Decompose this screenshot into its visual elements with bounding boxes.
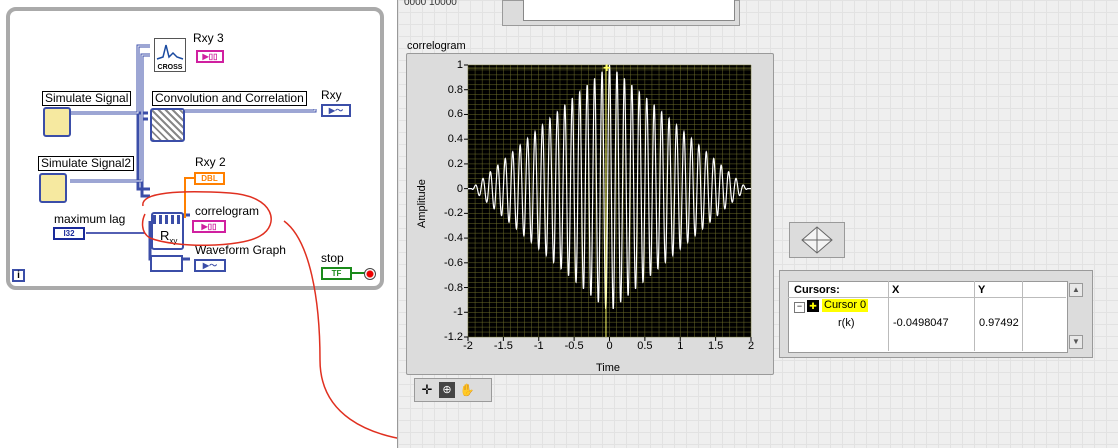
- maximum-lag-i32-control[interactable]: I32: [53, 227, 85, 240]
- scroll-up-icon[interactable]: ▲: [1069, 283, 1083, 297]
- x-tick-label: 0: [606, 340, 613, 352]
- cursor-legend[interactable]: Cursors: X Y − ✚ Cursor 0 r(k) -0.049804…: [779, 270, 1093, 358]
- build-waveform-icon[interactable]: [150, 255, 183, 272]
- dbl-text: DBL: [201, 174, 218, 183]
- x-tick-label: -0.5: [564, 340, 584, 352]
- correlogram-terminal[interactable]: ▶▯▯: [192, 220, 226, 233]
- y-tick-label: 1: [456, 59, 463, 71]
- y-axis-label: Amplitude: [416, 179, 428, 228]
- y-tick-label: 0.6: [447, 108, 463, 121]
- x-tick-label: -2: [463, 340, 473, 352]
- info-text: i: [17, 270, 20, 281]
- y-tick-label: 0.8: [447, 83, 463, 96]
- block-diagram[interactable]: Rxy 3 CROSS ▶▯▯ Simulate Signal Convolut…: [6, 7, 384, 290]
- x-tick-label: 0.5: [637, 340, 653, 352]
- rxy-label: Rxy: [321, 88, 342, 102]
- graph-svg: ✚: [464, 63, 752, 341]
- loop-iteration-terminal[interactable]: i: [12, 269, 25, 282]
- col-x-header: X: [892, 284, 900, 296]
- simulate-signal2-express-vi-icon[interactable]: [39, 173, 67, 203]
- simulate-signal-express-vi-icon[interactable]: [43, 107, 71, 137]
- scroll-down-icon[interactable]: ▼: [1069, 335, 1083, 349]
- cursor-0-name[interactable]: Cursor 0: [822, 299, 869, 312]
- x-tick-label: -1.5: [493, 340, 513, 352]
- rxy2-label: Rxy 2: [195, 155, 226, 169]
- cursor-style-icon[interactable]: ✚: [807, 300, 819, 312]
- cursor-move-icon[interactable]: ✛: [419, 382, 435, 398]
- cross-label: CROSS: [157, 64, 183, 71]
- cross-correlation-vi-icon[interactable]: CROSS: [154, 38, 186, 72]
- tf-text: TF: [331, 269, 342, 278]
- plot-area: ✚: [464, 63, 752, 341]
- simulate-signal2-label: Simulate Signal2: [38, 156, 135, 171]
- rxy3-label: Rxy 3: [193, 31, 224, 45]
- stop-boolean-terminal[interactable]: TF: [321, 267, 352, 280]
- x-axis-label: Time: [596, 362, 621, 374]
- cursor-0-marker: ✚: [603, 63, 611, 73]
- x-tick-label: 1: [677, 340, 684, 352]
- y-tick-label: 0.4: [447, 133, 463, 146]
- waveform-graph-terminal[interactable]: ▶〜: [194, 259, 226, 272]
- convolution-correlation-label: Convolution and Correlation: [152, 91, 307, 106]
- graph-palette: ✛ ⊕ ✋: [414, 378, 492, 402]
- rxy2-dbl-terminal[interactable]: DBL: [194, 172, 225, 185]
- loop-condition-stop-icon[interactable]: [364, 268, 376, 280]
- x-tick-label: 1.5: [707, 340, 724, 352]
- convolution-correlation-vi-icon[interactable]: [150, 108, 185, 142]
- i32-text: I32: [63, 229, 75, 238]
- y-tick-label: -0.8: [444, 281, 463, 294]
- cursors-header: Cursors:: [794, 284, 840, 296]
- zoom-icon[interactable]: ⊕: [439, 382, 455, 398]
- zoom-diamond-icon: [801, 226, 833, 254]
- y-tick-label: 0: [456, 182, 463, 195]
- x-tick-label: 2: [747, 340, 755, 352]
- y-tick-label: -0.6: [444, 256, 463, 269]
- front-panel[interactable]: 0000 10000 correlogram ✚ 1 0.8 0.6 0.4 0.2 0-…: [397, 0, 1118, 448]
- maximum-lag-label: maximum lag: [54, 212, 126, 226]
- y-tick-label: 0.2: [447, 157, 463, 170]
- collapse-icon[interactable]: −: [794, 302, 805, 313]
- waveform-graph-label: Waveform Graph: [195, 243, 286, 257]
- correlogram-label: correlogram: [195, 204, 260, 218]
- scale-legend[interactable]: [789, 222, 845, 258]
- rxy3-indicator-terminal[interactable]: ▶▯▯: [196, 50, 224, 63]
- rxy-waveform-terminal[interactable]: ▶〜: [321, 104, 351, 117]
- y-tick-label: -1: [453, 306, 463, 319]
- x-tick-label: -1: [533, 340, 544, 352]
- rxy-node-sub: xy: [169, 236, 178, 246]
- pan-hand-icon[interactable]: ✋: [459, 382, 475, 398]
- rxy-subvi-icon[interactable]: Rxy: [151, 212, 184, 250]
- col-y-header: Y: [978, 284, 986, 296]
- plot-name: r(k): [838, 317, 855, 329]
- simulate-signal-label: Simulate Signal: [42, 91, 132, 106]
- cursor-y-value[interactable]: 0.97492: [979, 317, 1019, 330]
- rxy-node-r: R: [160, 228, 170, 243]
- cursor-x-value[interactable]: -0.0498047: [893, 317, 949, 330]
- stop-label: stop: [321, 251, 344, 265]
- y-tick-label: -0.4: [444, 232, 463, 245]
